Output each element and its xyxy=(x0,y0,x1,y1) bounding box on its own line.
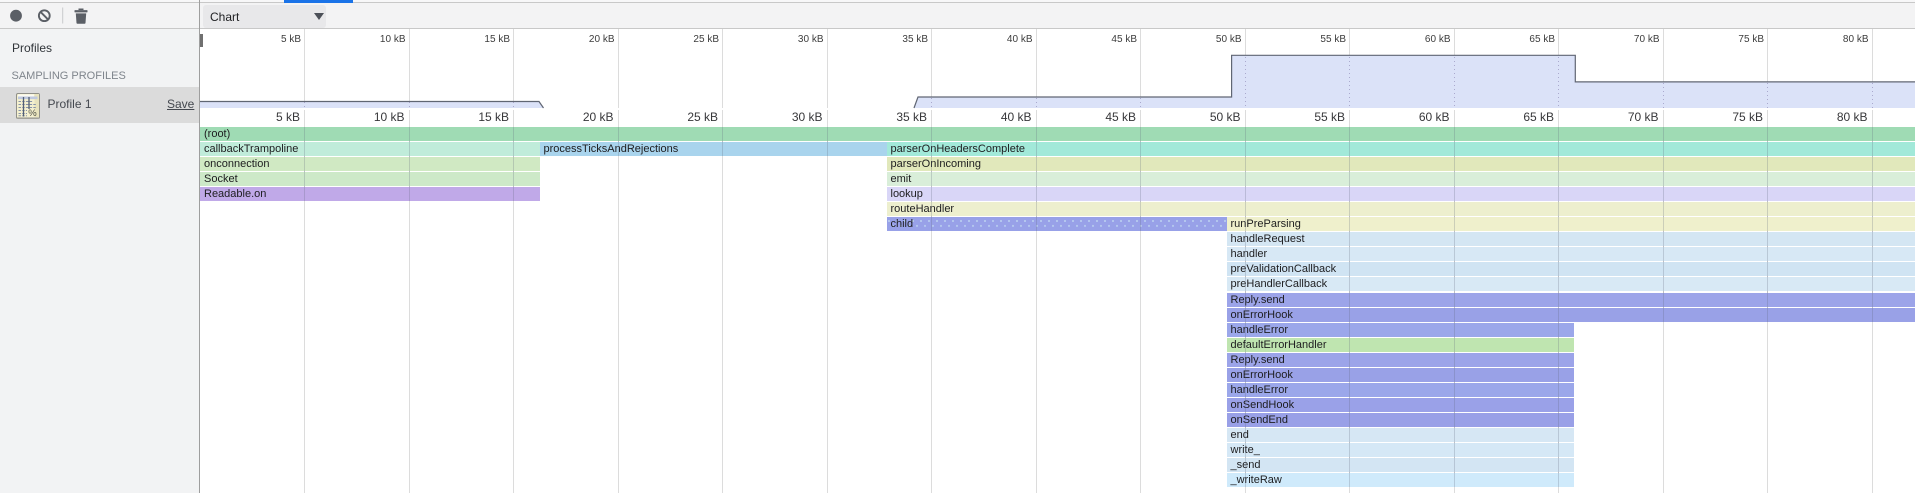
svg-text:%: % xyxy=(28,108,37,119)
